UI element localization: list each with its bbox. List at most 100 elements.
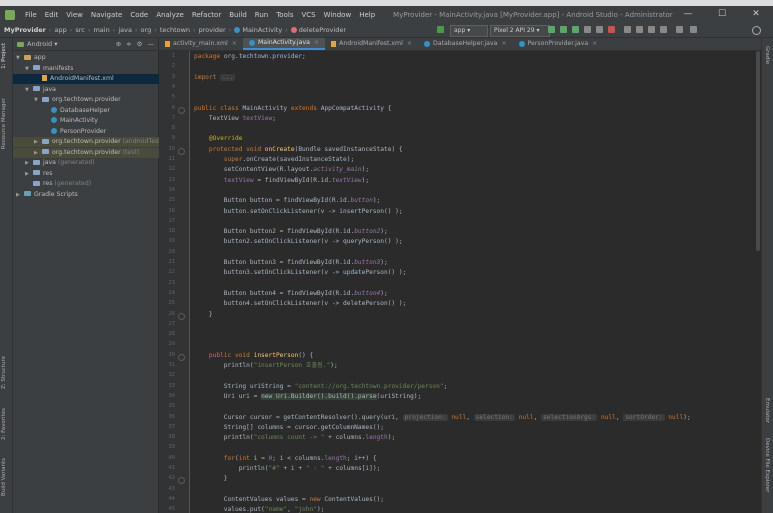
tree-item[interactable]: ▶ Gradle Scripts — [13, 190, 161, 200]
code-line[interactable]: Cursor cursor = getContentResolver().que… — [194, 413, 691, 423]
code-line[interactable]: String[] columns = cursor.getColumnNames… — [194, 423, 384, 433]
expand-arrow-icon[interactable]: ▼ — [25, 85, 33, 95]
menu-item-file[interactable]: File — [21, 11, 41, 19]
menu-item-help[interactable]: Help — [355, 11, 379, 19]
code-line[interactable]: Uri uri = new Uri.Builder().build().pars… — [194, 392, 421, 402]
fold-marker-icon[interactable] — [178, 353, 185, 361]
code-line[interactable]: println("columns count -> " + columns.le… — [194, 433, 395, 443]
breadcrumb-item-app[interactable]: app — [54, 26, 66, 34]
tree-item[interactable]: ▼ app — [13, 53, 161, 63]
run-icon[interactable] — [548, 26, 555, 33]
tab-emulator[interactable]: Emulator — [764, 398, 770, 423]
fold-marker-icon[interactable] — [178, 312, 185, 320]
menu-item-code[interactable]: Code — [126, 11, 152, 19]
sdk-manager-icon[interactable] — [648, 26, 655, 33]
menu-item-window[interactable]: Window — [320, 11, 356, 19]
expand-arrow-icon[interactable]: ▶ — [25, 169, 33, 179]
code-line[interactable]: println("insertPerson 호출됨."); — [194, 361, 338, 371]
run-config-select[interactable]: app ▾ — [450, 25, 488, 37]
code-line[interactable]: Button button2 = findViewById(R.id.butto… — [194, 227, 388, 237]
code-line[interactable]: import ... — [194, 73, 236, 83]
code-line[interactable]: public class MainActivity extends AppCom… — [194, 104, 391, 114]
structure-icon[interactable] — [676, 26, 683, 33]
maximize-button[interactable]: ☐ — [705, 6, 739, 23]
tree-item[interactable]: AndroidManifest.xml — [13, 74, 179, 84]
breadcrumb-item-org[interactable]: org — [141, 26, 152, 34]
code-line[interactable]: button4.setOnClickListener(v -> deletePe… — [194, 299, 407, 309]
breadcrumb-item-java[interactable]: java — [118, 26, 132, 34]
menu-item-navigate[interactable]: Navigate — [87, 11, 126, 19]
code-editor[interactable]: package org.techtown.provider; import ...… — [194, 51, 759, 513]
expand-arrow-icon[interactable]: ▼ — [25, 64, 33, 74]
breadcrumb-item-class[interactable]: MainActivity — [234, 26, 282, 34]
menu-item-edit[interactable]: Edit — [41, 11, 63, 19]
menu-item-build[interactable]: Build — [225, 11, 251, 19]
editor-tab[interactable]: AndroidManifest.xml × — [325, 38, 418, 50]
tree-item[interactable]: ▼ org.techtown.provider — [13, 95, 179, 105]
tree-item[interactable]: ▼ java — [13, 85, 170, 95]
tab-device-file-explorer[interactable]: Device File Explorer — [764, 438, 770, 492]
fold-marker-icon[interactable] — [178, 106, 185, 114]
close-tab-icon[interactable]: × — [592, 38, 597, 50]
apply-changes-icon[interactable] — [560, 26, 567, 33]
code-line[interactable]: button2.setOnClickListener(v -> queryPer… — [194, 237, 403, 247]
device-select[interactable]: Pixel 2 API 29 ▾ — [490, 25, 550, 37]
editor-tab[interactable]: PersonProvider.java × — [513, 38, 604, 50]
menu-item-refactor[interactable]: Refactor — [188, 11, 225, 19]
editor-tab[interactable]: activity_main.xml × — [159, 38, 243, 50]
tree-item[interactable]: ▶ org.techtown.provider (test) — [13, 147, 179, 158]
code-line[interactable]: button3.setOnClickListener(v -> updatePe… — [194, 268, 407, 278]
profile-icon[interactable] — [584, 26, 591, 33]
code-line[interactable]: TextView textView; — [194, 114, 276, 124]
tab-structure[interactable]: Z: Structure — [1, 356, 7, 389]
editor-scrollbar[interactable] — [756, 51, 760, 251]
code-line[interactable]: button.setOnClickListener(v -> insertPer… — [194, 207, 403, 217]
code-line[interactable]: protected void onCreate(Bundle savedInst… — [194, 145, 403, 155]
fold-marker-icon[interactable] — [178, 477, 185, 485]
tree-item[interactable]: ▼ manifests — [13, 64, 170, 74]
menu-item-vcs[interactable]: VCS — [297, 11, 319, 19]
code-line[interactable]: for(int i = 0; i < columns.length; i++) … — [194, 454, 377, 464]
close-tab-icon[interactable]: × — [407, 38, 412, 50]
tree-item[interactable]: res (generated) — [13, 179, 170, 189]
editor-tab[interactable]: MainActivity.java × — [242, 37, 326, 50]
debug-icon[interactable] — [572, 26, 579, 33]
code-line[interactable]: package org.techtown.provider; — [194, 52, 306, 62]
minimize-button[interactable]: — — [671, 6, 705, 23]
breadcrumb-item-provider[interactable]: provider — [199, 26, 226, 34]
settings-icon[interactable] — [690, 26, 697, 33]
tree-item[interactable]: ▶ res — [13, 169, 170, 179]
code-line[interactable]: ContentValues values = new ContentValues… — [194, 495, 384, 505]
hide-icon[interactable]: — — [148, 40, 155, 48]
code-line[interactable]: println("#" + i + " : " + columns[i]); — [194, 464, 381, 474]
breadcrumb-item-main[interactable]: main — [93, 26, 109, 34]
expand-arrow-icon[interactable]: ▶ — [34, 148, 42, 158]
code-line[interactable]: values.put("name", "john"); — [194, 505, 325, 513]
search-icon[interactable] — [752, 26, 761, 35]
tab-favorites[interactable]: 2: Favorites — [1, 408, 7, 440]
menu-item-run[interactable]: Run — [251, 11, 272, 19]
target-icon[interactable]: ⊕ — [116, 40, 121, 48]
expand-arrow-icon[interactable]: ▶ — [25, 158, 33, 168]
close-tab-icon[interactable]: × — [501, 38, 506, 50]
breadcrumb-item-src[interactable]: src — [75, 26, 85, 34]
code-line[interactable]: public void insertPerson() { — [194, 351, 313, 361]
code-line[interactable]: super.onCreate(savedInstanceState); — [194, 155, 354, 165]
expand-arrow-icon[interactable]: ▶ — [34, 137, 42, 147]
tab-build-variants[interactable]: Build Variants — [1, 458, 7, 496]
project-view-select[interactable]: Android ▾ — [27, 40, 57, 48]
attach-debugger-icon[interactable] — [596, 26, 603, 33]
code-line[interactable]: } — [194, 310, 213, 320]
tree-item[interactable]: ▶ java (generated) — [13, 158, 170, 168]
code-line[interactable]: Button button3 = findViewById(R.id.butto… — [194, 258, 388, 268]
code-line[interactable]: Button button = findViewById(R.id.button… — [194, 196, 380, 206]
close-tab-icon[interactable]: × — [314, 37, 319, 49]
code-line[interactable]: setContentView(R.layout.activity_main); — [194, 165, 369, 175]
breadcrumb-item-method[interactable]: deleteProvider — [290, 26, 346, 34]
sync-icon[interactable] — [624, 26, 631, 33]
fold-marker-icon[interactable] — [178, 147, 185, 155]
close-button[interactable]: ✕ — [739, 6, 773, 23]
menu-item-tools[interactable]: Tools — [272, 11, 297, 19]
menu-item-analyze[interactable]: Analyze — [152, 11, 188, 19]
stop-icon[interactable] — [608, 26, 615, 33]
